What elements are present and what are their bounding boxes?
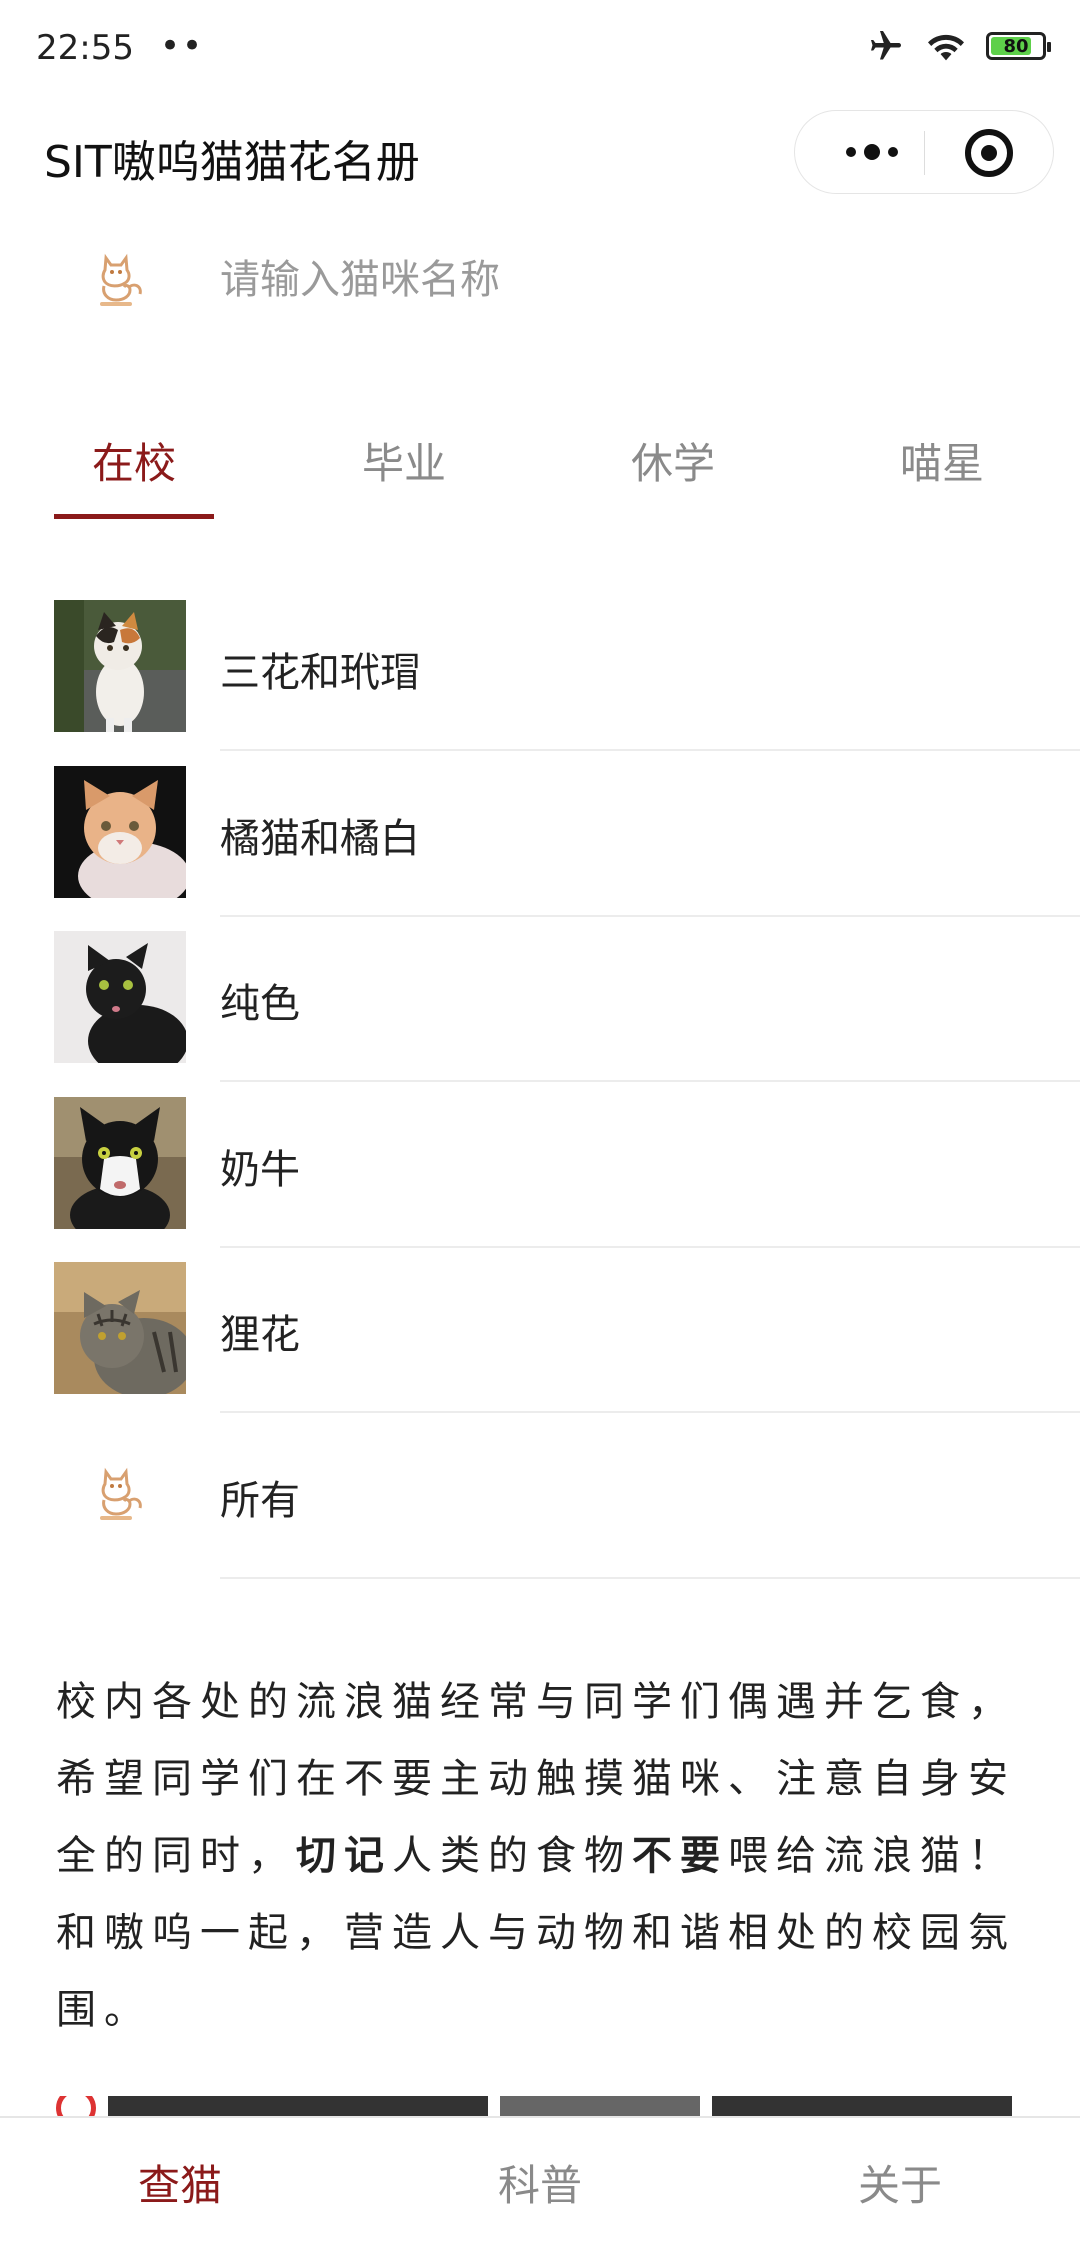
bottom-tab-science[interactable]: 科普 bbox=[440, 2152, 640, 2213]
warning-icon bbox=[56, 2096, 96, 2118]
more-menu-icon[interactable] bbox=[831, 111, 913, 193]
list-divider bbox=[220, 914, 1080, 917]
list-item-all[interactable]: 所有 bbox=[0, 1424, 1080, 1590]
calico-cat-photo bbox=[54, 600, 186, 732]
page-title: SIT嗷呜猫猫花名册 bbox=[44, 137, 420, 188]
status-tabs: 在校 毕业 休学 喵星 bbox=[0, 430, 1080, 530]
bottom-tab-bar: 查猫 科普 关于 bbox=[0, 2116, 1080, 2250]
wifi-icon bbox=[928, 34, 964, 61]
battery-level-text: 80 bbox=[1003, 35, 1029, 57]
list-item-label: 三花和玳瑁 bbox=[220, 650, 420, 696]
tabby-cat-photo bbox=[54, 1262, 186, 1394]
close-mini-program-icon[interactable] bbox=[965, 129, 1013, 177]
cut-text-fragment bbox=[108, 2096, 488, 2118]
tab-graduated[interactable]: 毕业 bbox=[324, 430, 484, 491]
list-item-label: 纯色 bbox=[220, 981, 300, 1027]
list-divider bbox=[220, 1080, 1080, 1082]
capsule-divider bbox=[924, 131, 925, 175]
cat-logo-icon bbox=[100, 1467, 142, 1520]
list-item-label: 狸花 bbox=[220, 1312, 300, 1358]
orange-cat-photo bbox=[54, 765, 186, 898]
status-bar: 22:55 •• 80 bbox=[0, 0, 1080, 96]
search-bar bbox=[0, 230, 1080, 330]
list-item-label: 奶牛 bbox=[220, 1146, 300, 1193]
cat-logo-icon bbox=[100, 253, 142, 306]
list-item-solid[interactable]: 纯色 bbox=[0, 927, 1080, 1093]
active-tab-underline bbox=[54, 514, 214, 519]
black-cat-photo bbox=[54, 931, 186, 1063]
next-paragraph-cutoff bbox=[56, 2096, 1036, 2118]
bottom-tab-about[interactable]: 关于 bbox=[800, 2152, 1000, 2213]
list-divider bbox=[220, 1245, 1080, 1248]
list-item-label: 所有 bbox=[220, 1477, 300, 1524]
tuxedo-cat-photo bbox=[54, 1096, 186, 1229]
list-item-calico[interactable]: 三花和玳瑁 bbox=[0, 596, 1080, 762]
mini-program-capsule bbox=[794, 110, 1054, 194]
list-divider bbox=[220, 749, 1080, 751]
nav-bar: SIT嗷呜猫猫花名册 bbox=[0, 96, 1080, 214]
cat-category-list: 三花和玳瑁 橘猫和橘白 纯色 奶牛 狸花 所有 bbox=[0, 596, 1080, 1589]
status-notification-dots: •• bbox=[160, 26, 205, 66]
list-item-tabby[interactable]: 狸花 bbox=[0, 1258, 1080, 1424]
tab-enrolled[interactable]: 在校 bbox=[54, 430, 214, 491]
status-time: 22:55 bbox=[36, 28, 134, 68]
bottom-tab-find-cat[interactable]: 查猫 bbox=[80, 2152, 280, 2213]
cut-text-fragment bbox=[712, 2096, 1012, 2118]
info-text-part: 人类的食物 bbox=[392, 1833, 632, 1879]
status-icons: 80 bbox=[866, 28, 1051, 64]
info-paragraph: 校内各处的流浪猫经常与同学们偶遇并乞食，希望同学们在不要主动触摸猫咪、注意自身安… bbox=[56, 1664, 1026, 2049]
tab-passed-away[interactable]: 喵星 bbox=[862, 430, 1022, 491]
airplane-icon bbox=[871, 31, 901, 60]
cut-text-fragment bbox=[500, 2096, 700, 2118]
info-emphasis-dont: 不要 bbox=[632, 1833, 728, 1879]
list-divider bbox=[220, 1576, 1080, 1579]
battery-icon: 80 bbox=[986, 32, 1051, 60]
info-emphasis-remember: 切记 bbox=[296, 1833, 392, 1879]
list-item-label: 橘猫和橘白 bbox=[220, 815, 420, 862]
list-divider bbox=[220, 1411, 1080, 1413]
list-item-orange[interactable]: 橘猫和橘白 bbox=[0, 762, 1080, 928]
list-item-tuxedo[interactable]: 奶牛 bbox=[0, 1093, 1080, 1259]
tab-suspended[interactable]: 休学 bbox=[593, 430, 753, 491]
search-input[interactable] bbox=[220, 250, 1000, 310]
